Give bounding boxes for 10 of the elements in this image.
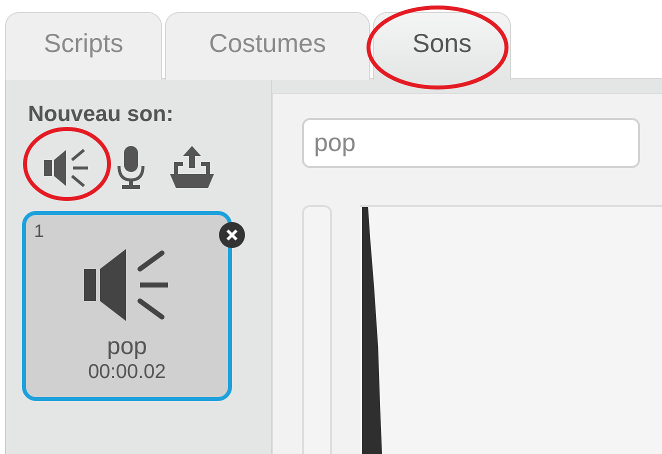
close-icon[interactable] [218, 221, 246, 249]
sound-name: pop [106, 333, 148, 361]
sound-item[interactable]: 1 pop 00:00.02 [22, 211, 232, 401]
sound-duration: 00:00.02 [88, 361, 166, 384]
sound-name-field[interactable]: pop [302, 118, 640, 168]
tab[interactable]: Sons [373, 12, 511, 80]
new-sound-label: Nouveau son: [28, 101, 174, 127]
sound-number: 1 [34, 221, 44, 242]
tab[interactable]: Costumes [165, 12, 370, 80]
tab[interactable]: Scripts [5, 12, 162, 80]
